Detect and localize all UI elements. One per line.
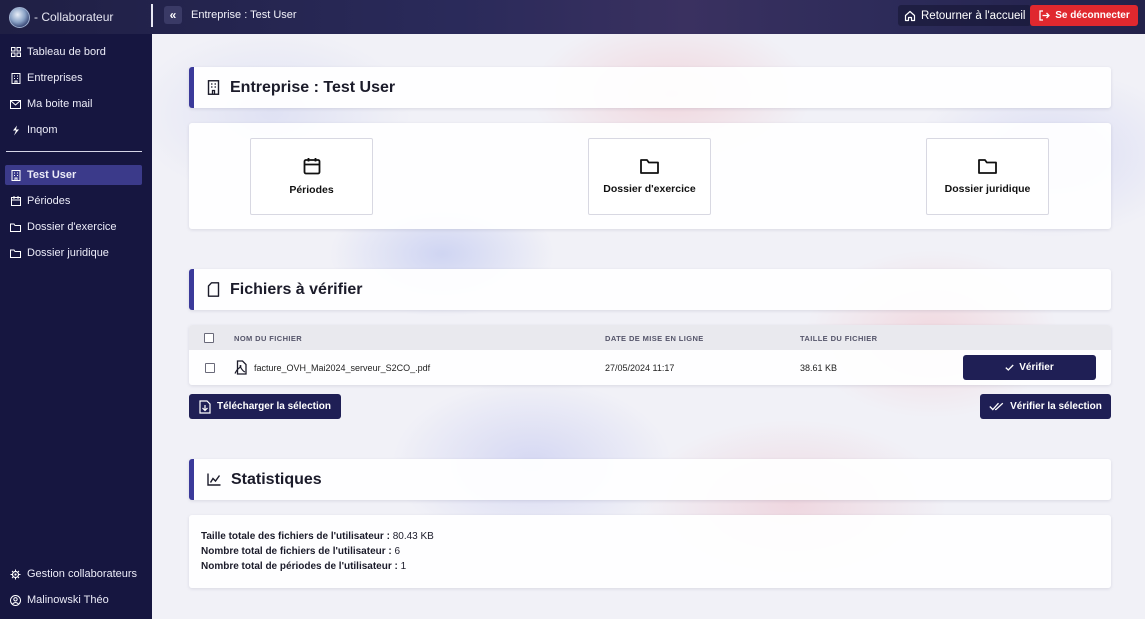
stat-total-size: Taille totale des fichiers de l'utilisat…: [201, 531, 434, 542]
sidebar-item-inqom[interactable]: Inqom: [5, 120, 142, 140]
tile-dossier-juridique[interactable]: Dossier juridique: [926, 138, 1049, 215]
tile-label: Périodes: [289, 184, 334, 196]
verify-selection-button[interactable]: Vérifier la sélection: [980, 394, 1111, 419]
home-button[interactable]: Retourner à l'accueil: [898, 5, 1032, 26]
sidebar-item-entreprises[interactable]: Entreprises: [5, 68, 142, 88]
shortcuts-panel: Périodes Dossier d'exercice Dossier juri…: [189, 123, 1111, 229]
sidebar-item-mailbox[interactable]: Ma boite mail: [5, 94, 142, 114]
sidebar-item-label: Tableau de bord: [27, 46, 106, 58]
breadcrumb: Entreprise : Test User: [191, 9, 297, 21]
stat-value: 6: [394, 546, 401, 557]
brand-logo: [9, 6, 30, 28]
calendar-icon: [10, 196, 21, 207]
top-bar: - Collaborateur « Entreprise : Test User…: [0, 0, 1145, 34]
calendar-icon: [303, 157, 321, 178]
user-circle-icon: [10, 594, 21, 606]
tile-label: Dossier d'exercice: [603, 183, 696, 195]
company-title: Entreprise : Test User: [230, 78, 396, 96]
download-file-icon: [199, 399, 211, 414]
file-icon: [207, 282, 220, 297]
logout-button[interactable]: Se déconnecter: [1030, 5, 1138, 26]
building-icon: [10, 72, 21, 84]
table-header: NOM DU FICHIER DATE DE MISE EN LIGNE TAI…: [189, 325, 1111, 350]
sidebar-item-label: Gestion collaborateurs: [27, 568, 138, 580]
stat-total-files: Nombre total de fichiers de l'utilisateu…: [201, 546, 400, 557]
download-selection-label: Télécharger la sélection: [217, 401, 331, 412]
verify-selection-label: Vérifier la sélection: [1010, 401, 1102, 412]
home-button-label: Retourner à l'accueil: [921, 9, 1026, 22]
column-header-size: TAILLE DU FICHIER: [800, 334, 878, 343]
stats-panel: Taille totale des fichiers de l'utilisat…: [189, 515, 1111, 588]
sidebar-item-dossier-exercice[interactable]: Dossier d'exercice: [5, 217, 142, 237]
company-header: Entreprise : Test User: [189, 67, 1111, 108]
sidebar-item-label: Malinowski Théo: [27, 594, 109, 606]
gear-icon: [10, 569, 21, 580]
folder-icon: [640, 158, 659, 177]
building-icon: [207, 80, 220, 95]
chart-icon: [207, 473, 221, 486]
tile-dossier-exercice[interactable]: Dossier d'exercice: [588, 138, 711, 215]
stat-value: 1: [400, 561, 407, 572]
sidebar-item-label: Inqom: [27, 124, 58, 136]
stat-label: Taille totale des fichiers de l'utilisat…: [201, 531, 393, 542]
sidebar: Tableau de bord Entreprises Ma boite mai…: [0, 34, 152, 619]
download-selection-button[interactable]: Télécharger la sélection: [189, 394, 341, 419]
sidebar-item-periodes[interactable]: Périodes: [5, 191, 142, 211]
double-chevron-left-icon: «: [169, 8, 177, 22]
file-size: 38.61 KB: [800, 363, 838, 373]
column-header-name: NOM DU FICHIER: [234, 334, 303, 343]
select-all-checkbox[interactable]: [204, 333, 214, 343]
pdf-file-icon: [234, 360, 248, 378]
verify-file-button[interactable]: Vérifier: [963, 355, 1096, 380]
sidebar-item-label: Test User: [27, 169, 77, 181]
building-icon: [10, 169, 21, 181]
sidebar-item-dossier-juridique[interactable]: Dossier juridique: [5, 243, 142, 263]
folder-icon: [10, 222, 21, 233]
main-content: Entreprise : Test User Périodes Dossier …: [152, 34, 1145, 619]
folder-icon: [978, 158, 997, 177]
sidebar-item-label: Dossier d'exercice: [27, 221, 117, 233]
verify-file-label: Vérifier: [1019, 362, 1054, 373]
double-check-icon: [989, 402, 1004, 411]
stats-title: Statistiques: [231, 470, 322, 488]
stat-total-periods: Nombre total de périodes de l'utilisateu…: [201, 561, 406, 572]
sidebar-item-test-user[interactable]: Test User: [5, 165, 142, 185]
mail-icon: [10, 99, 21, 110]
collapse-sidebar-button[interactable]: «: [164, 6, 182, 24]
sidebar-item-label: Dossier juridique: [27, 247, 109, 259]
folder-icon: [10, 248, 21, 259]
brand-text: - Collaborateur: [34, 10, 114, 24]
brand[interactable]: - Collaborateur: [9, 6, 113, 28]
file-name[interactable]: facture_OVH_Mai2024_serveur_S2CO_.pdf: [254, 363, 430, 373]
logout-button-label: Se déconnecter: [1055, 10, 1130, 21]
stat-value: 80.43 KB: [392, 531, 434, 542]
tile-periodes[interactable]: Périodes: [250, 138, 373, 215]
files-table: NOM DU FICHIER DATE DE MISE EN LIGNE TAI…: [189, 325, 1111, 385]
column-header-date: DATE DE MISE EN LIGNE: [605, 334, 704, 343]
row-checkbox[interactable]: [205, 363, 215, 373]
tile-label: Dossier juridique: [944, 183, 1031, 195]
home-icon: [904, 10, 916, 21]
sidebar-item-user-profile[interactable]: Malinowski Théo: [5, 590, 142, 610]
sidebar-item-dashboard[interactable]: Tableau de bord: [5, 42, 142, 62]
sidebar-item-label: Ma boite mail: [27, 98, 93, 110]
upload-date: 27/05/2024 11:17: [605, 363, 675, 373]
stats-header: Statistiques: [189, 459, 1111, 500]
sidebar-item-label: Entreprises: [27, 72, 83, 84]
files-header: Fichiers à vérifier: [189, 269, 1111, 310]
files-title: Fichiers à vérifier: [230, 280, 363, 298]
stat-label: Nombre total de fichiers de l'utilisateu…: [201, 546, 395, 557]
sidebar-item-gestion-collaborateurs[interactable]: Gestion collaborateurs: [5, 564, 142, 584]
dashboard-icon: [10, 47, 21, 58]
topbar-divider: [151, 4, 153, 27]
logout-icon: [1039, 10, 1051, 21]
inqom-icon: [10, 125, 21, 136]
sidebar-divider: [6, 151, 142, 152]
check-icon: [1005, 364, 1014, 371]
stat-label: Nombre total de périodes de l'utilisateu…: [201, 561, 401, 572]
sidebar-item-label: Périodes: [27, 195, 71, 207]
